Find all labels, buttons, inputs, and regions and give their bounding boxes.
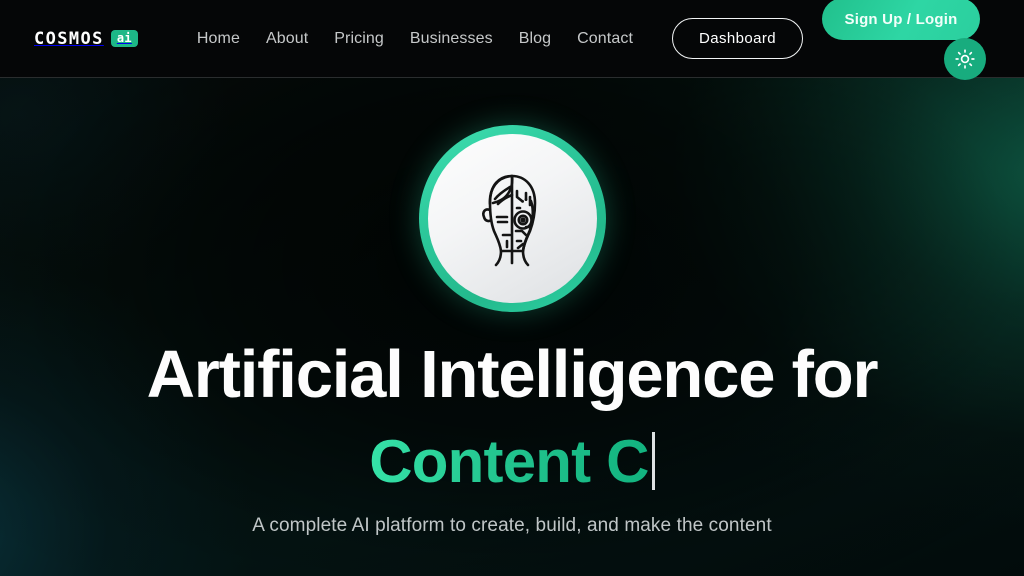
nav-item-contact[interactable]: Contact [564, 22, 646, 56]
signup-login-button[interactable]: Sign Up / Login [822, 0, 980, 40]
sun-icon [955, 49, 975, 69]
nav-item-about[interactable]: About [253, 22, 321, 56]
hero-avatar [418, 125, 606, 312]
logo-ai-badge: ai [110, 30, 138, 47]
hero-headline: Artificial Intelligence for [146, 337, 879, 412]
theme-toggle-button[interactable] [944, 38, 986, 80]
hero-typed-line: Content C [369, 428, 655, 495]
ai-human-robot-face-icon [460, 163, 564, 275]
hero-section: Artificial Intelligence for Content C A … [0, 78, 1024, 576]
page-root: COSMOS ai Home About Pricing Businesses … [0, 0, 1024, 576]
site-logo[interactable]: COSMOS ai [34, 29, 138, 49]
dashboard-button[interactable]: Dashboard [672, 18, 803, 59]
nav-item-businesses[interactable]: Businesses [397, 22, 506, 56]
typing-caret [651, 432, 655, 490]
main-navigation: Home About Pricing Businesses Blog Conta… [184, 22, 646, 56]
nav-item-home[interactable]: Home [184, 22, 253, 56]
nav-item-pricing[interactable]: Pricing [321, 22, 397, 56]
logo-wordmark: COSMOS [34, 28, 104, 49]
hero-typed-text: Content C [369, 428, 649, 495]
hero-avatar-inner [427, 134, 597, 303]
nav-item-blog[interactable]: Blog [506, 22, 564, 56]
hero-subtitle: A complete AI platform to create, build,… [252, 515, 772, 536]
